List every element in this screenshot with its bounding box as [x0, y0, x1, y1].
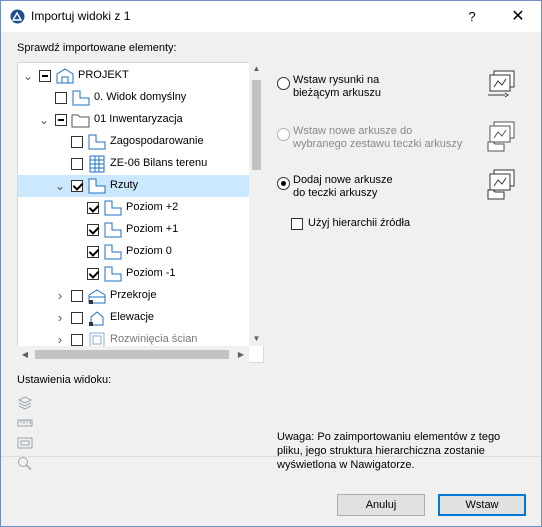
elevation-icon [87, 309, 107, 327]
add-sheets-icon [485, 168, 519, 202]
import-option-radio[interactable] [277, 77, 290, 90]
tree-item-checkbox[interactable] [39, 70, 51, 82]
tree-item[interactable]: ⌄ 01 Inwentaryzacja [18, 109, 249, 131]
tree-item[interactable]: ⌄ PROJEKT [18, 65, 249, 87]
tree-item[interactable]: 0. Widok domyślny [18, 87, 249, 109]
tree-item-label: Poziom 0 [126, 245, 172, 257]
note-text: Uwaga: Po zaimportowaniu elementów z teg… [277, 431, 501, 471]
plan-icon [103, 221, 123, 239]
archicad-app-icon [10, 9, 25, 24]
tree-vertical-scrollbar[interactable]: ▲ ▼ [249, 62, 264, 346]
insert-button[interactable]: Wstaw [438, 494, 526, 516]
tree-item-label: Rozwinięcia ścian [110, 333, 198, 345]
tree-item-checkbox[interactable] [71, 158, 83, 170]
tree-horizontal-scrollbar[interactable]: ◀ ▶ [17, 346, 249, 363]
tree-item-checkbox[interactable] [71, 290, 83, 302]
place-drawings-icon [485, 69, 519, 103]
tree-item[interactable]: ⌄ Rzuty [18, 175, 249, 197]
tree-item-label: Przekroje [110, 289, 157, 301]
tree-item[interactable]: ZE-06 Bilans terenu [18, 153, 249, 175]
close-button[interactable]: ✕ [495, 1, 541, 32]
plan-icon [103, 199, 123, 217]
view-icon [87, 133, 107, 151]
import-option-radio [277, 128, 290, 141]
import-option-label: Dodaj nowe arkusze do teczki arkuszy [293, 174, 393, 199]
tree-item-checkbox[interactable] [87, 246, 99, 258]
tree-item[interactable]: Zagospodarowanie [18, 131, 249, 153]
plan-icon [103, 265, 123, 283]
footer-divider [1, 456, 541, 457]
tree-item[interactable]: Poziom -1 [18, 263, 249, 285]
tree-item-checkbox[interactable] [87, 224, 99, 236]
tree-item-label: Poziom -1 [126, 267, 176, 279]
tree-item[interactable]: Poziom +1 [18, 219, 249, 241]
frame-icon [17, 437, 33, 449]
tree-item-label: Zagospodarowanie [110, 135, 204, 147]
tree-item-label: 0. Widok domyślny [94, 91, 187, 103]
layers-icon [17, 396, 33, 410]
chevron-down-icon[interactable]: ⌄ [54, 175, 66, 197]
view-settings-label: Ustawienia widoku: [17, 374, 112, 386]
scroll-up-icon[interactable]: ▲ [249, 62, 264, 76]
tree-item-label: Poziom +1 [126, 223, 179, 235]
tree-item[interactable]: Poziom 0 [18, 241, 249, 263]
tree-item-checkbox[interactable] [71, 312, 83, 324]
help-button[interactable]: ? [449, 1, 495, 32]
scroll-right-icon[interactable]: ▶ [233, 346, 249, 363]
scroll-thumb[interactable] [252, 80, 261, 170]
chevron-right-icon[interactable]: › [54, 285, 66, 307]
dialog-body: Sprawdź importowane elementy: ⌄ PROJEKT 0.… [1, 32, 541, 485]
import-option-label: Wstaw rysunki na bieżącym arkuszu [293, 74, 382, 99]
tree-item-checkbox[interactable] [55, 92, 67, 104]
new-sheets-subset-icon [485, 120, 519, 154]
folder-icon [71, 111, 91, 129]
tree-item-label: Poziom +2 [126, 201, 179, 213]
scroll-left-icon[interactable]: ◀ [17, 346, 33, 363]
chevron-down-icon[interactable]: ⌄ [38, 109, 50, 131]
tree-item[interactable]: Poziom +2 [18, 197, 249, 219]
tree-item-label: Rzuty [110, 179, 139, 191]
elements-tree[interactable]: ⌄ PROJEKT 0. Widok domyślny ⌄ 01 Inwentaryza… [17, 62, 264, 363]
view-icon [71, 89, 91, 107]
scroll-thumb-horizontal[interactable] [35, 350, 229, 359]
chevron-down-icon[interactable]: ⌄ [22, 65, 34, 87]
tree-item[interactable]: › Przekroje [18, 285, 249, 307]
zoom-icon [18, 457, 32, 470]
plan-icon [87, 177, 107, 195]
scroll-down-icon[interactable]: ▼ [249, 332, 264, 346]
tree-item-label: Elewacje [110, 311, 155, 323]
tree-item-checkbox[interactable] [71, 334, 83, 346]
window-title: Importuj widoki z 1 [31, 9, 131, 23]
tree-item-checkbox[interactable] [87, 268, 99, 280]
chevron-right-icon[interactable]: › [54, 307, 66, 329]
tree-item-checkbox[interactable] [71, 180, 83, 192]
import-option-radio[interactable] [277, 177, 290, 190]
table-icon [87, 155, 107, 173]
import-views-dialog: Importuj widoki z 1 ? ✕ Sprawdź importow… [0, 0, 542, 527]
scale-icon [17, 419, 33, 427]
import-option-label: Wstaw nowe arkusze do wybranego zestawu … [293, 125, 463, 150]
use-source-hierarchy-label: Użyj hierarchii źródła [308, 217, 411, 229]
tree-item-checkbox[interactable] [87, 202, 99, 214]
plan-icon [103, 243, 123, 261]
tree-item[interactable]: › Elewacje [18, 307, 249, 329]
tree-item-checkbox[interactable] [55, 114, 67, 126]
tree-item-checkbox[interactable] [71, 136, 83, 148]
tree-item-label: ZE-06 Bilans terenu [110, 157, 208, 169]
cancel-button[interactable]: Anuluj [337, 494, 425, 516]
title-bar: Importuj widoki z 1 ? ✕ [1, 1, 541, 32]
tree-item-label: 01 Inwentaryzacja [94, 113, 183, 125]
project-icon [55, 67, 75, 85]
section-icon [87, 287, 107, 305]
tree-item-label: PROJEKT [78, 69, 129, 81]
use-source-hierarchy-checkbox[interactable] [291, 218, 303, 230]
check-elements-label: Sprawdź importowane elementy: [17, 42, 177, 54]
